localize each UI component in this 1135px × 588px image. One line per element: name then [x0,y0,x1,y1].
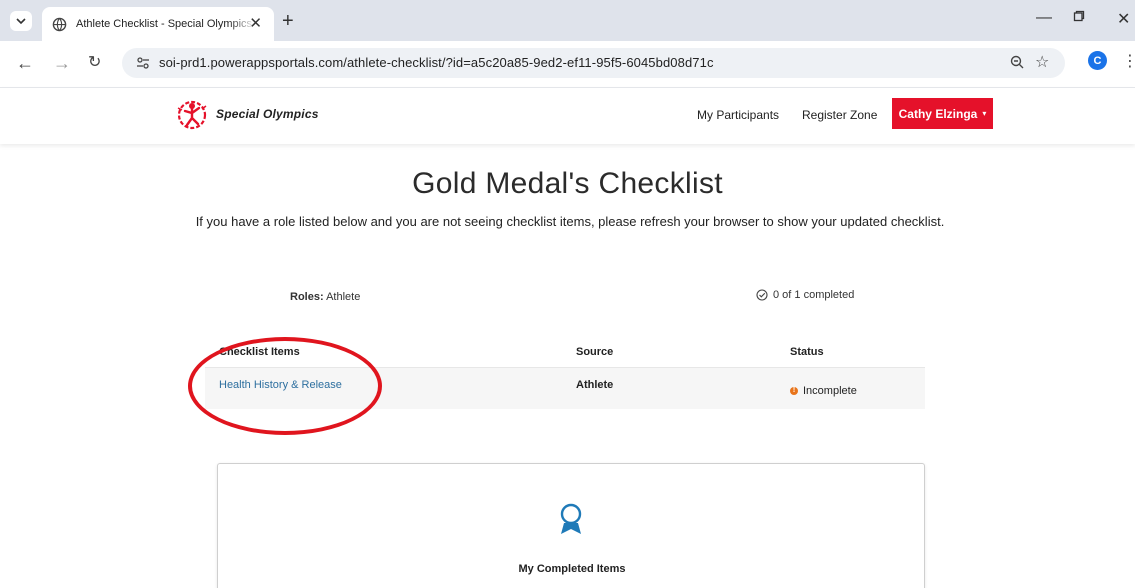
reload-icon[interactable]: ↻ [88,54,101,72]
more-menu-icon[interactable]: ⋮ [1122,51,1135,71]
logo-emblem-icon [177,100,207,130]
back-icon[interactable]: ← [16,54,34,72]
column-header-checklist-items: Checklist Items [219,346,300,358]
url-text[interactable]: soi-prd1.powerappsportals.com/athlete-ch… [159,55,714,70]
forward-icon[interactable]: → [53,54,71,72]
check-circle-icon [756,289,768,301]
logo-text: Special Olympics [216,107,319,121]
roles-label: Roles: [290,291,324,303]
bookmark-star-icon[interactable]: ☆ [1035,52,1049,72]
nav-register-zone[interactable]: Register Zone [802,108,877,122]
special-olympics-logo[interactable]: Special Olympics [172,96,319,132]
column-header-status: Status [790,346,824,358]
nav-my-participants[interactable]: My Participants [697,108,779,122]
roles-line: Roles: Athlete [290,291,360,303]
refresh-instructions: If you have a role listed below and you … [195,214,945,229]
page-title: Gold Medal's Checklist [412,167,723,200]
site-info-icon[interactable] [136,56,150,70]
award-ribbon-icon [560,503,582,534]
browser-tab-active[interactable]: Athlete Checklist - Special Olympics In … [42,7,274,41]
browser-toolbar: ← → ↻ soi-prd1.powerappsportals.com/athl… [0,41,1135,88]
close-window-button[interactable]: ✕ [1117,9,1130,29]
globe-icon [52,17,67,31]
minimize-button[interactable]: — [1036,9,1052,27]
user-menu-button[interactable]: Cathy Elzinga ▾ [892,98,993,129]
caret-down-icon: ▾ [982,109,987,118]
chevron-down-icon [16,18,26,25]
incomplete-status-icon: ! [790,387,798,395]
site-header: Special Olympics My Participants Registe… [0,88,1135,144]
new-tab-button[interactable]: + [282,11,294,31]
restore-button[interactable] [1073,9,1085,27]
user-name: Cathy Elzinga [898,106,978,121]
zoom-icon[interactable] [1010,55,1024,72]
progress-text: 0 of 1 completed [773,289,855,301]
checklist-item-source: Athlete [576,379,614,391]
tab-search-button[interactable] [10,11,32,31]
completed-items-card[interactable]: My Completed Items [217,463,925,588]
progress-indicator: 0 of 1 completed [756,289,854,301]
checklist-item-status: ! Incomplete [790,385,857,397]
browser-tab-bar: Athlete Checklist - Special Olympics In … [0,0,1135,41]
roles-value: Athlete [326,291,361,303]
tab-close-button[interactable]: ✕ [249,16,262,31]
profile-avatar[interactable]: C [1088,51,1107,70]
checklist-item-link[interactable]: Health History & Release [219,379,342,391]
tab-title: Athlete Checklist - Special Olympics In [76,18,256,30]
column-header-source: Source [576,346,614,358]
status-text: Incomplete [803,385,857,397]
completed-items-label: My Completed Items [518,563,626,575]
restore-icon [1073,10,1085,22]
address-bar[interactable]: soi-prd1.powerappsportals.com/athlete-ch… [122,48,1065,78]
